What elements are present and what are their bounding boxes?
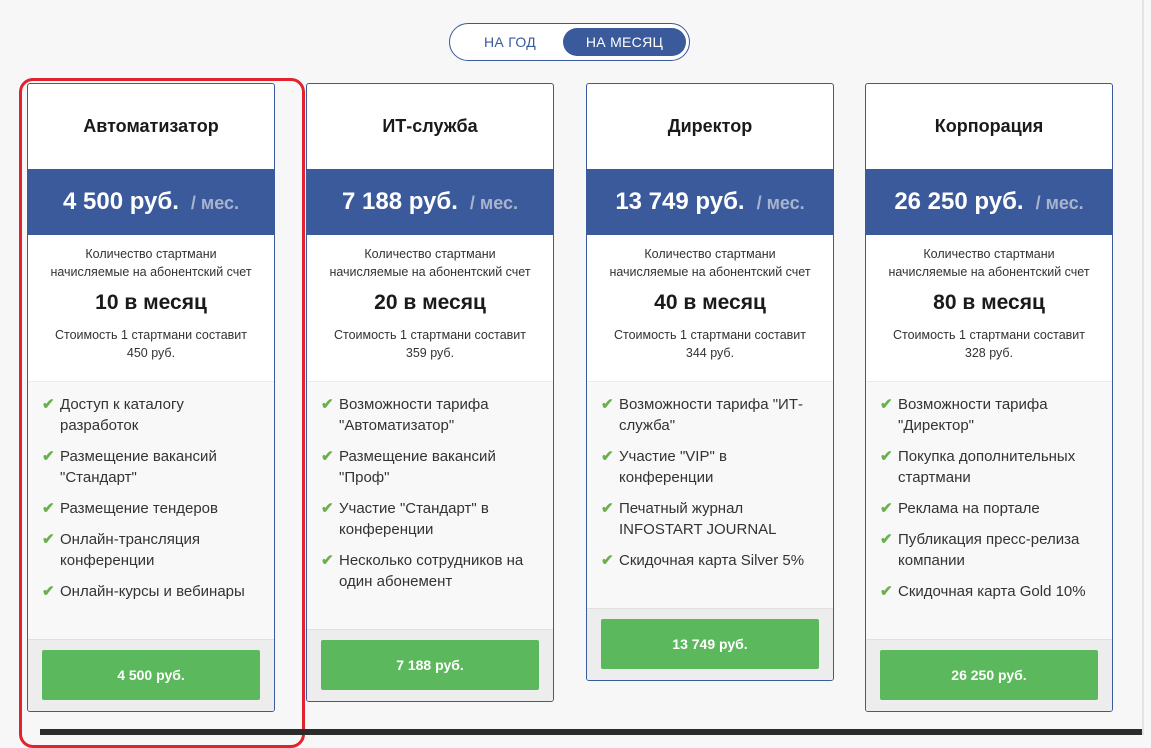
startmoney-description: Количество стартмани начисляемые на абон…	[888, 247, 1090, 279]
startmoney-cost: Стоимость 1 стартмани составит 359 руб.	[333, 328, 527, 360]
startmoney-amount: 20 в месяц	[374, 291, 486, 314]
plan-title: Корпорация	[934, 116, 1044, 136]
feature-item: ✔ Скидочная карта Silver 5%	[601, 552, 805, 569]
startmoney-description: Количество стартмани начисляемые на абон…	[609, 247, 811, 279]
feature-item: ✔ Онлайн-курсы и вебинары	[42, 583, 245, 600]
plan-price: 26 250 руб.	[894, 188, 1024, 215]
plan-info: Количество стартмани начисляемые на абон…	[307, 235, 553, 381]
startmoney-amount: 10 в месяц	[95, 291, 207, 314]
feature-list: ✔ Возможности тарифа "Автоматизатор" ✔ Раз…	[307, 381, 553, 629]
feature-item: ✔ Реклама на портале	[880, 500, 1040, 517]
checkmark-icon: ✔	[601, 396, 614, 413]
startmoney-amount: 80 в месяц	[933, 291, 1045, 314]
checkmark-icon: ✔	[42, 531, 55, 548]
feature-item: ✔ Печатный журнал INFOSTART JOURNAL	[601, 500, 777, 538]
startmoney-cost: Стоимость 1 стартмани составит 328 руб.	[892, 328, 1086, 360]
page-edge	[1142, 0, 1144, 735]
plan-card-direktor: Директор 13 749 руб. / мес. Количество с…	[586, 83, 834, 681]
buy-button[interactable]: 4 500 руб.	[42, 650, 260, 700]
feature-item: ✔ Размещение вакансий "Проф"	[321, 448, 496, 486]
card-footer: 7 188 руб.	[307, 629, 553, 701]
plan-price: 4 500 руб.	[62, 188, 179, 215]
feature-list: ✔ Возможности тарифа "ИТ-служба" ✔ Участие…	[587, 381, 833, 608]
price-band: 26 250 руб. / мес.	[866, 169, 1112, 235]
checkmark-icon: ✔	[880, 531, 893, 548]
price-unit: / мес.	[756, 193, 805, 213]
plan-title: Автоматизатор	[83, 116, 219, 136]
price-band: 7 188 руб. / мес.	[307, 169, 553, 235]
feature-item: ✔ Возможности тарифа "Автоматизатор"	[321, 396, 489, 434]
toggle-month-button[interactable]: НА МЕСЯЦ	[563, 28, 686, 56]
checkmark-icon: ✔	[880, 583, 893, 600]
feature-item: ✔ Онлайн-трансляция конференции	[42, 531, 201, 569]
feature-item: ✔ Доступ к каталогу разработок	[42, 396, 184, 434]
checkmark-icon: ✔	[42, 500, 55, 517]
checkmark-icon: ✔	[601, 552, 614, 569]
feature-item: ✔ Размещение тендеров	[42, 500, 218, 517]
checkmark-icon: ✔	[321, 448, 334, 465]
card-footer: 13 749 руб.	[587, 608, 833, 680]
checkmark-icon: ✔	[880, 500, 893, 517]
feature-item: ✔ Скидочная карта Gold 10%	[880, 583, 1086, 600]
checkmark-icon: ✔	[880, 448, 893, 465]
plan-title: Директор	[667, 116, 753, 136]
startmoney-amount: 40 в месяц	[654, 291, 766, 314]
plan-info: Количество стартмани начисляемые на абон…	[28, 235, 274, 381]
checkmark-icon: ✔	[321, 500, 334, 517]
buy-button[interactable]: 13 749 руб.	[601, 619, 819, 669]
price-unit: / мес.	[469, 193, 519, 213]
checkmark-icon: ✔	[42, 583, 55, 600]
checkmark-icon: ✔	[42, 448, 55, 465]
plan-info: Количество стартмани начисляемые на абон…	[866, 235, 1112, 381]
startmoney-cost: Стоимость 1 стартмани составит 450 руб.	[54, 328, 248, 360]
feature-item: ✔ Участие "VIP" в конференции	[601, 448, 727, 486]
checkmark-icon: ✔	[321, 396, 334, 413]
card-footer: 26 250 руб.	[866, 639, 1112, 711]
feature-list: ✔ Доступ к каталогу разработок ✔ Размещени…	[28, 381, 274, 639]
price-band: 4 500 руб. / мес.	[28, 169, 274, 235]
feature-item: ✔ Размещение вакансий "Стандарт"	[42, 448, 217, 486]
checkmark-icon: ✔	[42, 396, 55, 413]
price-unit: / мес.	[1035, 193, 1084, 213]
plan-info: Количество стартмани начисляемые на абон…	[587, 235, 833, 381]
checkmark-icon: ✔	[601, 448, 614, 465]
period-toggle: НА ГОД НА МЕСЯЦ	[449, 23, 690, 61]
checkmark-icon: ✔	[321, 552, 334, 569]
card-footer: 4 500 руб.	[28, 639, 274, 711]
plan-card-it-sluzhba: ИТ-служба 7 188 руб. / мес. Количество с…	[306, 83, 554, 702]
startmoney-description: Количество стартмани начисляемые на абон…	[50, 247, 252, 279]
feature-list: ✔ Возможности тарифа "Директор" ✔ Покупка …	[866, 381, 1112, 639]
checkmark-icon: ✔	[880, 396, 893, 413]
feature-item: ✔ Публикация пресс-релиза компании	[880, 531, 1080, 569]
plan-price: 13 749 руб.	[615, 188, 745, 215]
plan-card-avtomatizator: Автоматизатор 4 500 руб. / мес. Количест…	[27, 83, 275, 712]
plan-price: 7 188 руб.	[341, 188, 458, 215]
buy-button[interactable]: 26 250 руб.	[880, 650, 1098, 700]
price-band: 13 749 руб. / мес.	[587, 169, 833, 235]
feature-item: ✔ Возможности тарифа "ИТ-служба"	[601, 396, 803, 434]
plan-card-korporatsiya: Корпорация 26 250 руб. / мес. Количество…	[865, 83, 1113, 712]
feature-item: ✔ Покупка дополнительных стартмани	[880, 448, 1076, 486]
price-unit: / мес.	[190, 193, 240, 213]
startmoney-description: Количество стартмани начисляемые на абон…	[329, 247, 531, 279]
startmoney-cost: Стоимость 1 стартмани составит 344 руб.	[613, 328, 807, 360]
plan-title: ИТ-служба	[382, 116, 478, 136]
buy-button[interactable]: 7 188 руб.	[321, 640, 539, 690]
checkmark-icon: ✔	[601, 500, 614, 517]
cut-off-text	[0, 0, 560, 3]
feature-item: ✔ Возможности тарифа "Директор"	[880, 396, 1048, 434]
bottom-strip	[40, 729, 1142, 735]
toggle-year-button[interactable]: НА ГОД	[456, 28, 564, 56]
feature-item: ✔ Несколько сотрудников на один абонемент	[321, 552, 524, 590]
feature-item: ✔ Участие "Стандарт" в конференции	[321, 500, 489, 538]
